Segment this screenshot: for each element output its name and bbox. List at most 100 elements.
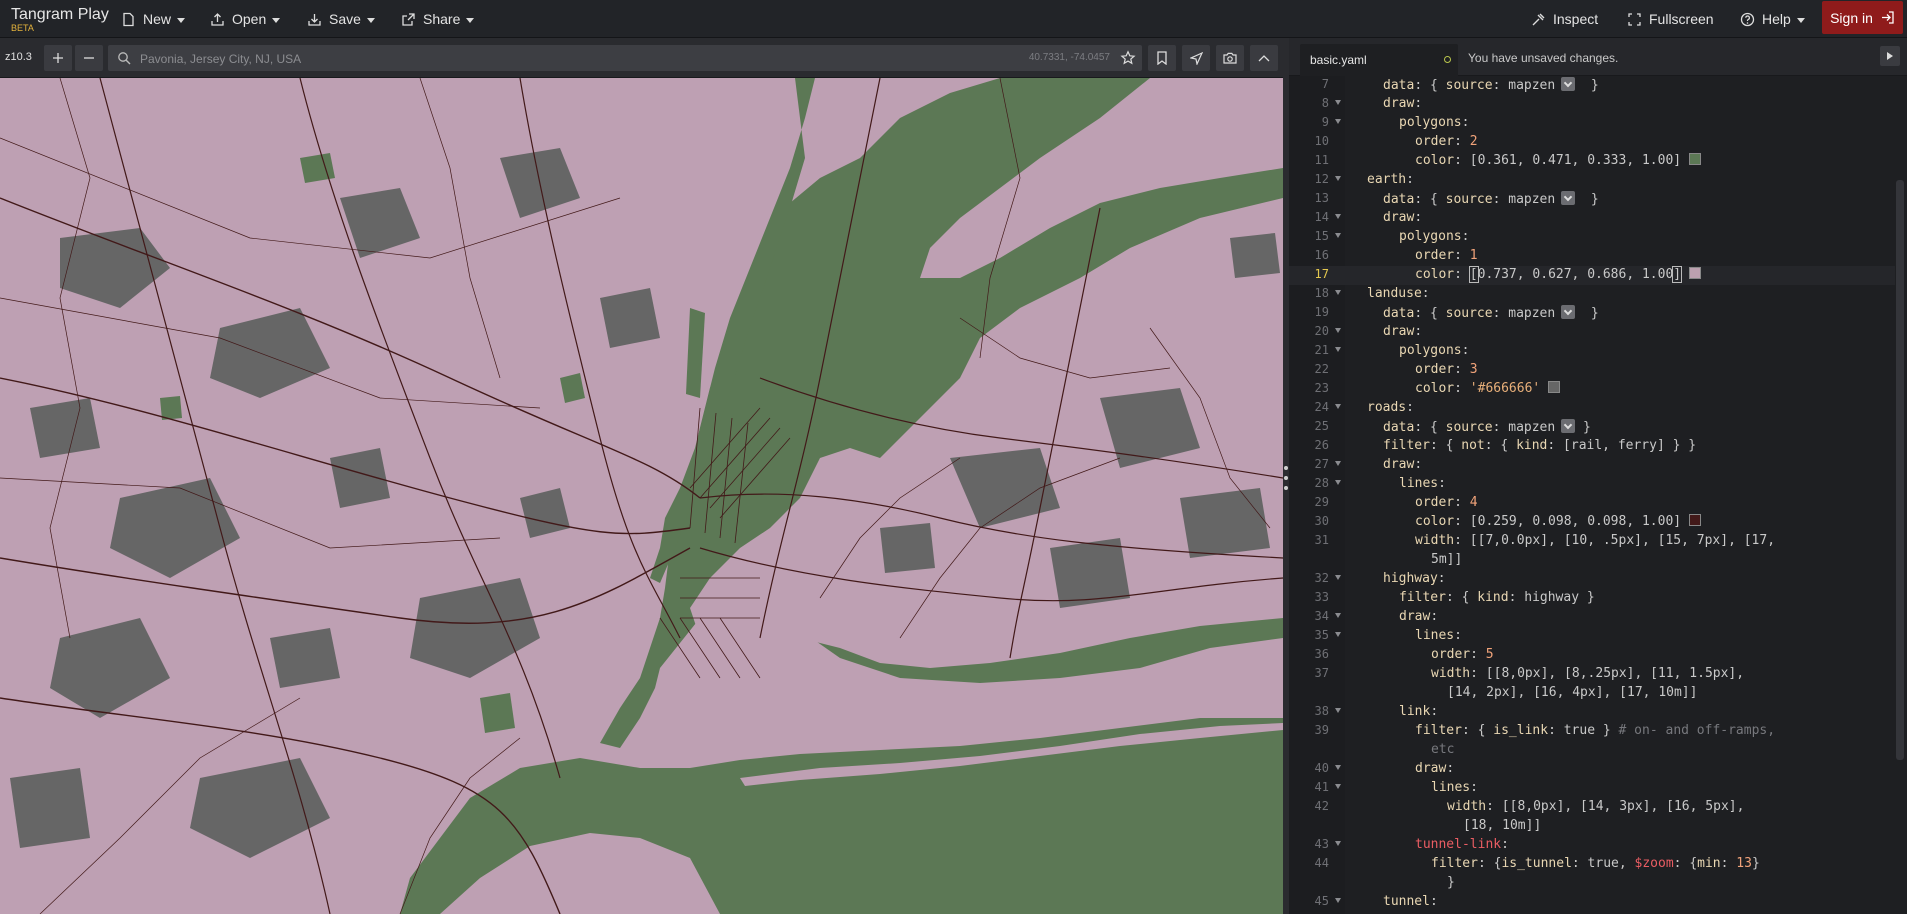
code-line[interactable]: 5m]] — [1289, 551, 1895, 570]
sign-in-button[interactable]: Sign in — [1822, 1, 1903, 34]
fold-arrow-icon[interactable] — [1335, 347, 1341, 352]
fold-arrow-icon[interactable] — [1335, 765, 1341, 770]
code-editor[interactable]: 7 data: { source: mapzen } 8 draw: 9 polygons… — [1289, 76, 1907, 914]
code-line[interactable]: 42 width: [[8,0px], [14, 3px], [16, 5px], — [1289, 798, 1895, 817]
fold-arrow-icon[interactable] — [1335, 632, 1341, 637]
source-picker-widget[interactable] — [1561, 77, 1576, 91]
code-line[interactable]: 24 roads: — [1289, 399, 1895, 418]
source-picker-widget[interactable] — [1561, 305, 1576, 319]
fold-arrow-icon[interactable] — [1335, 613, 1341, 618]
zoom-out-button[interactable] — [75, 45, 103, 71]
fold-arrow-icon[interactable] — [1335, 328, 1341, 333]
color-swatch[interactable] — [1689, 267, 1702, 279]
code-line[interactable]: 27 draw: — [1289, 456, 1895, 475]
code-line[interactable]: 7 data: { source: mapzen } — [1289, 76, 1895, 95]
sign-in-label: Sign in — [1830, 9, 1873, 26]
code-line[interactable]: 10 order: 2 — [1289, 133, 1895, 152]
bookmark-button[interactable] — [1148, 45, 1176, 71]
code-line[interactable]: 20 draw: — [1289, 323, 1895, 342]
code-line[interactable]: 36 order: 5 — [1289, 646, 1895, 665]
code-line[interactable]: 37 width: [[8,0px], [8,.25px], [11, 1.5px… — [1289, 665, 1895, 684]
code-line[interactable]: } — [1289, 874, 1895, 893]
code-line[interactable]: 11 color: [0.361, 0.471, 0.333, 1.00] — [1289, 152, 1895, 171]
code-line[interactable]: 28 lines: — [1289, 475, 1895, 494]
help-menu[interactable]: Help — [1740, 0, 1805, 38]
new-menu[interactable]: New — [121, 0, 186, 38]
search-input[interactable] — [138, 45, 922, 73]
fold-arrow-icon[interactable] — [1335, 119, 1341, 124]
fold-arrow-icon[interactable] — [1335, 404, 1341, 409]
code-line[interactable]: 41 lines: — [1289, 779, 1895, 798]
code-line[interactable]: 17 color: [0.737, 0.627, 0.686, 1.00] — [1289, 266, 1895, 285]
code-line[interactable]: 26 filter: { not: { kind: [rail, ferry] }… — [1289, 437, 1895, 456]
source-picker-widget[interactable] — [1561, 191, 1576, 205]
fold-arrow-icon[interactable] — [1335, 100, 1341, 105]
fold-arrow-icon[interactable] — [1335, 841, 1341, 846]
tab-basic-yaml[interactable]: basic.yaml — [1300, 44, 1458, 76]
save-menu[interactable]: Save — [307, 0, 375, 38]
source-picker-widget[interactable] — [1561, 419, 1576, 433]
code-line[interactable]: 21 polygons: — [1289, 342, 1895, 361]
code-line[interactable]: 13 data: { source: mapzen } — [1289, 190, 1895, 209]
code-line[interactable]: 12 earth: — [1289, 171, 1895, 190]
camera-icon — [1223, 52, 1237, 64]
code-line[interactable]: 34 draw: — [1289, 608, 1895, 627]
code-line[interactable]: 38 link: — [1289, 703, 1895, 722]
code-line[interactable]: 45 tunnel: — [1289, 893, 1895, 912]
inspect-button[interactable]: Inspect — [1531, 0, 1598, 38]
locate-button[interactable] — [1182, 45, 1210, 71]
code-text: draw: — [1383, 210, 1423, 225]
code-line[interactable]: 9 polygons: — [1289, 114, 1895, 133]
code-line[interactable]: 25 data: { source: mapzen } — [1289, 418, 1895, 437]
code-line[interactable]: etc — [1289, 741, 1895, 760]
code-line[interactable]: 23 color: '#666666' — [1289, 380, 1895, 399]
code-line[interactable]: 43 tunnel-link: — [1289, 836, 1895, 855]
color-swatch[interactable] — [1689, 514, 1702, 526]
fullscreen-label: Fullscreen — [1649, 11, 1714, 27]
color-swatch[interactable] — [1548, 381, 1561, 393]
zoom-in-button[interactable] — [44, 45, 72, 71]
app-logo[interactable]: Tangram Play BETA — [11, 6, 109, 33]
fold-arrow-icon[interactable] — [1335, 233, 1341, 238]
fold-arrow-icon[interactable] — [1335, 461, 1341, 466]
code-line[interactable]: [18, 10m]] — [1289, 817, 1895, 836]
code-line[interactable]: 14 draw: — [1289, 209, 1895, 228]
fullscreen-button[interactable]: Fullscreen — [1627, 0, 1714, 38]
code-line[interactable]: 44 filter: {is_tunnel: true, $zoom: {min:… — [1289, 855, 1895, 874]
code-line[interactable]: 40 draw: — [1289, 760, 1895, 779]
fold-arrow-icon[interactable] — [1335, 784, 1341, 789]
collapse-toolbar-button[interactable] — [1250, 45, 1278, 71]
fold-arrow-icon[interactable] — [1335, 214, 1341, 219]
code-line[interactable]: 33 filter: { kind: highway } — [1289, 589, 1895, 608]
star-icon[interactable] — [1120, 50, 1136, 66]
code-line[interactable]: 39 filter: { is_link: true } # on- and of… — [1289, 722, 1895, 741]
code-line[interactable]: 32 highway: — [1289, 570, 1895, 589]
collapse-editor-button[interactable] — [1880, 46, 1900, 66]
fold-arrow-icon[interactable] — [1335, 575, 1341, 580]
screenshot-button[interactable] — [1216, 45, 1244, 71]
fold-arrow-icon[interactable] — [1335, 708, 1341, 713]
code-line[interactable]: 22 order: 3 — [1289, 361, 1895, 380]
code-line[interactable]: 31 width: [[7,0.0px], [10, .5px], [15, 7p… — [1289, 532, 1895, 551]
code-line[interactable]: 15 polygons: — [1289, 228, 1895, 247]
share-menu[interactable]: Share — [401, 0, 475, 38]
code-line[interactable]: 16 order: 1 — [1289, 247, 1895, 266]
code-line[interactable]: 29 order: 4 — [1289, 494, 1895, 513]
code-line[interactable]: 35 lines: — [1289, 627, 1895, 646]
color-swatch[interactable] — [1689, 153, 1702, 165]
fold-arrow-icon[interactable] — [1335, 176, 1341, 181]
editor-scrollbar[interactable] — [1896, 180, 1904, 760]
code-line[interactable]: 18 landuse: — [1289, 285, 1895, 304]
fold-arrow-icon[interactable] — [1335, 898, 1341, 903]
search-bar[interactable]: 40.7331, -74.0457 — [108, 45, 1142, 73]
line-number: 10 — [1314, 134, 1329, 148]
code-line[interactable]: 8 draw: — [1289, 95, 1895, 114]
code-line[interactable]: [14, 2px], [16, 4px], [17, 10m]] — [1289, 684, 1895, 703]
map-canvas[interactable] — [0, 78, 1283, 914]
open-menu[interactable]: Open — [210, 0, 281, 38]
code-line[interactable]: 30 color: [0.259, 0.098, 0.098, 1.00] — [1289, 513, 1895, 532]
code-line[interactable]: 19 data: { source: mapzen } — [1289, 304, 1895, 323]
fold-arrow-icon[interactable] — [1335, 290, 1341, 295]
fold-arrow-icon[interactable] — [1335, 480, 1341, 485]
line-number: 19 — [1314, 305, 1329, 319]
